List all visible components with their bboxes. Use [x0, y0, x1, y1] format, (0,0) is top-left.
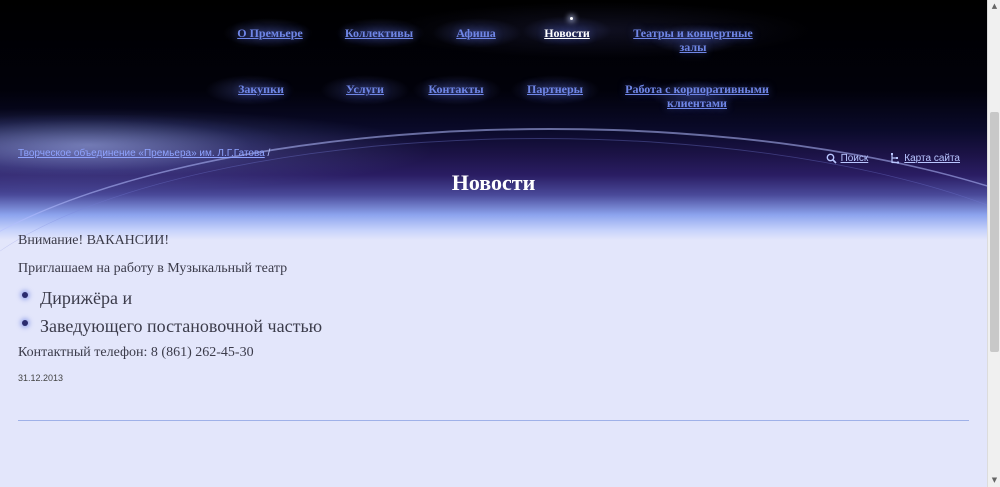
nav-item-about[interactable]: О Премьере	[233, 26, 307, 40]
nav-item-partners[interactable]: Партнеры	[522, 82, 588, 96]
vacancy-list: Дирижёра и Заведующего постановочной час…	[18, 288, 970, 336]
list-item: Дирижёра и	[18, 288, 970, 308]
nav-item-corporate[interactable]: Работа с корпоративными клиентами	[622, 82, 772, 110]
sitemap-link[interactable]: Карта сайта	[890, 153, 960, 164]
search-link-label: Поиск	[840, 153, 869, 164]
breadcrumb-separator: /	[264, 148, 271, 159]
page-title: Новости	[451, 170, 536, 195]
sitemap-link-label: Карта сайта	[904, 153, 960, 164]
contact-phone: Контактный телефон: 8 (861) 262-45-30	[18, 345, 254, 360]
sitemap-icon	[890, 153, 900, 164]
article: Внимание! ВАКАНСИИ! Приглашаем на работу…	[18, 233, 970, 383]
breadcrumb-home-link[interactable]: Творческое объединение «Премьера» им. Л.…	[18, 148, 265, 159]
vertical-scrollbar[interactable]: ▲ ▼	[987, 0, 1000, 487]
search-link[interactable]: Поиск	[826, 153, 869, 164]
nav-item-procurement[interactable]: Закупки	[233, 82, 289, 96]
nebula-decoration	[0, 115, 280, 175]
scrollbar-thumb[interactable]	[990, 112, 999, 352]
nav-item-collectives[interactable]: Коллективы	[340, 26, 418, 40]
nav-item-contacts[interactable]: Контакты	[425, 82, 487, 96]
star-decoration	[570, 17, 573, 20]
star-bullet-icon	[22, 320, 28, 326]
list-item: Заведующего постановочной частью	[18, 316, 970, 336]
header-tools: Поиск Карта сайта	[826, 153, 960, 164]
page: О Премьере Коллективы Афиша Новости Теат…	[0, 0, 987, 487]
nav-item-news[interactable]: Новости	[540, 26, 594, 40]
nav-item-services[interactable]: Услуги	[340, 82, 390, 96]
article-intro: Приглашаем на работу в Музыкальный театр	[18, 261, 288, 276]
search-icon	[826, 153, 837, 164]
scroll-down-icon[interactable]: ▼	[988, 474, 1000, 487]
scroll-up-icon[interactable]: ▲	[988, 0, 1000, 13]
header-banner: О Премьере Коллективы Афиша Новости Теат…	[0, 0, 987, 240]
divider	[18, 420, 969, 421]
article-date: 31.12.2013	[18, 373, 64, 383]
article-heading: Внимание! ВАКАНСИИ!	[18, 233, 170, 248]
nav-item-afisha[interactable]: Афиша	[452, 26, 500, 40]
nav-item-theatres-halls[interactable]: Театры и концертные залы	[628, 26, 758, 54]
breadcrumb: Творческое объединение «Премьера» им. Л.…	[18, 148, 270, 159]
star-bullet-icon	[22, 292, 28, 298]
